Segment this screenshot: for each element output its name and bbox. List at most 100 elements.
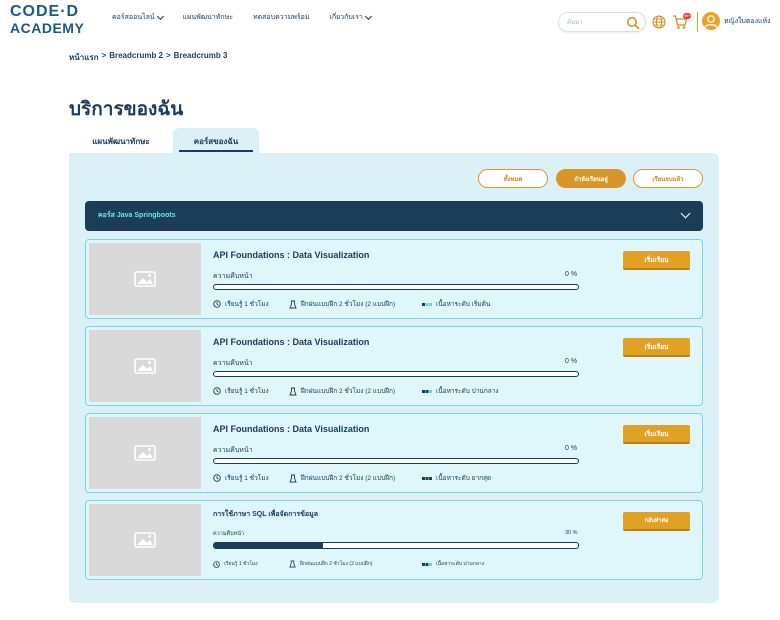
nav-item-courses[interactable]: คอร์สออนไลน์ <box>112 12 164 23</box>
course-level-text: เนื้อหาระดับ ยากสุด <box>436 475 492 482</box>
search-input[interactable] <box>567 17 627 29</box>
course-duration: เรียนรู้ 1 ชั่วโมง <box>213 299 269 309</box>
course-exercises: ฝึกฝนแบบฝึก 2 ชั่วโมง (2 แบบฝึก) <box>289 299 395 309</box>
course-duration-text: เรียนรู้ 1 ชั่วโมง <box>225 388 269 395</box>
course-level-text: เนื้อหาระดับ เริ่มต้น <box>436 301 491 308</box>
course-title: API Foundations : Data Visualization <box>213 337 370 347</box>
course-exercises-text: ฝึกฝนแบบฝึก 2 ชั่วโมง (2 แบบฝึก) <box>300 561 373 567</box>
course-thumbnail <box>89 330 201 402</box>
user-name: หญิงใบตองแห้ง <box>724 17 771 25</box>
course-duration-text: เรียนรู้ 1 ชั่วโมง <box>225 301 269 308</box>
nav-item-skill-plan[interactable]: แผนพัฒนาทักษะ <box>183 12 233 23</box>
course-card: API Foundations : Data Visualization ควา… <box>85 413 703 493</box>
progress-bar <box>213 371 579 377</box>
image-placeholder-icon <box>134 271 156 287</box>
course-exercises: ฝึกฝนแบบฝึก 2 ชั่วโมง (2 แบบฝึก) <box>289 473 395 483</box>
course-thumbnail <box>89 417 201 489</box>
progress-bar <box>213 284 579 290</box>
course-exercises-text: ฝึกฝนแบบฝึก 2 ชั่วโมง (2 แบบฝึก) <box>301 475 396 482</box>
tab-skill-plan[interactable]: แผนพัฒนาทักษะ <box>69 128 173 154</box>
progress-label: ความคืบหน้า <box>213 273 253 280</box>
cart-badge: 99+ <box>683 13 691 19</box>
search-icon[interactable] <box>626 16 640 30</box>
image-placeholder-icon <box>134 532 156 548</box>
course-exercises-text: ฝึกฝนแบบฝึก 2 ชั่วโมง (2 แบบฝึก) <box>301 388 396 395</box>
filter-all-button[interactable]: ทั้งหมด <box>478 169 548 188</box>
course-exercises-text: ฝึกฝนแบบฝึก 2 ชั่วโมง (2 แบบฝึก) <box>301 301 396 308</box>
course-level-text: เนื้อหาระดับ ปานกลาง <box>436 561 485 567</box>
level-icon <box>422 389 432 393</box>
course-exercises: ฝึกฝนแบบฝึก 2 ชั่วโมง (2 แบบฝึก) <box>289 386 395 396</box>
nav-item-label: ทดสอบความพร้อม <box>253 14 310 21</box>
progress-label: ความคืบหน้า <box>213 447 253 454</box>
level-icon <box>422 562 432 566</box>
level-icon <box>422 302 432 306</box>
course-group-label: คอร์ส Java Springboots <box>98 212 176 219</box>
tab-bar: แผนพัฒนาทักษะ คอร์สของฉัน <box>69 128 259 154</box>
logo[interactable]: CODE·D ACADEMY <box>10 3 92 36</box>
clock-icon <box>213 387 221 395</box>
exercise-icon <box>289 387 297 395</box>
search-box <box>558 12 646 32</box>
progress-label: ความคืบหน้า <box>213 531 245 537</box>
breadcrumb-separator: > <box>166 51 171 60</box>
course-duration-text: เรียนรู้ 1 ชั่วโมง <box>225 475 269 482</box>
course-thumbnail <box>89 504 201 576</box>
course-duration: เรียนรู้ 1 ชั่วโมง <box>213 386 269 396</box>
page-title: บริการของฉัน <box>69 99 184 120</box>
image-placeholder-icon <box>134 445 156 461</box>
user-menu[interactable]: หญิงใบตองแห้ง <box>702 12 771 30</box>
header-divider <box>697 12 698 32</box>
course-duration: เรียนรู้ 1 ชั่วโมง <box>213 473 269 483</box>
start-learning-button[interactable]: เริ่มเรียน <box>623 425 690 444</box>
course-level: เนื้อหาระดับ ปานกลาง <box>422 560 484 568</box>
course-card: API Foundations : Data Visualization ควา… <box>85 239 703 319</box>
chevron-down-icon <box>680 208 691 219</box>
course-level: เนื้อหาระดับ ยากสุด <box>422 473 491 483</box>
breadcrumb: หน้าแรก > Breadcrumb 2 > Breadcrumb 3 <box>69 51 227 64</box>
course-card: API Foundations : Data Visualization ควา… <box>85 326 703 406</box>
courses-panel: ทั้งหมด กำลังเรียนอยู่ เรียนจบแล้ว คอร์ส… <box>69 153 719 603</box>
site-header: CODE·D ACADEMY คอร์สออนไลน์ แผนพัฒนาทักษ… <box>0 0 780 44</box>
course-title: API Foundations : Data Visualization <box>213 424 370 434</box>
image-placeholder-icon <box>134 358 156 374</box>
logo-text-top: CODE·D <box>10 3 80 20</box>
tab-my-courses[interactable]: คอร์สของฉัน <box>173 128 259 154</box>
avatar-icon <box>702 12 720 30</box>
exercise-icon <box>289 560 296 568</box>
course-duration-text: เรียนรู้ 1 ชั่วโมง <box>224 561 258 567</box>
course-level-text: เนื้อหาระดับ ปานกลาง <box>436 388 499 395</box>
filter-completed-button[interactable]: เรียนจบแล้ว <box>633 169 703 188</box>
nav-item-readiness-test[interactable]: ทดสอบความพร้อม <box>253 12 309 23</box>
progress-value: 0 % <box>565 271 578 278</box>
start-learning-button[interactable]: เริ่มเรียน <box>623 251 690 270</box>
level-icon <box>422 476 432 480</box>
globe-icon[interactable] <box>652 15 666 29</box>
breadcrumb-separator: > <box>101 51 107 60</box>
course-group-header[interactable]: คอร์ส Java Springboots <box>85 201 703 231</box>
chevron-down-icon <box>156 12 164 20</box>
progress-value: 0 % <box>565 445 578 452</box>
course-thumbnail <box>89 243 201 315</box>
breadcrumb-item-3: Breadcrumb 3 <box>173 51 228 60</box>
course-level: เนื้อหาระดับ ปานกลาง <box>422 386 499 396</box>
progress-value: 0 % <box>565 358 578 365</box>
clock-icon <box>213 474 221 482</box>
main-nav: คอร์สออนไลน์ แผนพัฒนาทักษะ ทดสอบความพร้อ… <box>112 12 372 23</box>
progress-bar <box>213 458 579 464</box>
course-title: การใช้ภาษา SQL เพื่อจัดการข้อมูล <box>213 511 319 518</box>
start-learning-button[interactable]: เริ่มเรียน <box>623 338 690 357</box>
nav-item-about[interactable]: เกี่ยวกับเรา <box>329 12 372 23</box>
course-exercises: ฝึกฝนแบบฝึก 2 ชั่วโมง (2 แบบฝึก) <box>289 560 372 568</box>
clock-icon <box>213 300 221 308</box>
breadcrumb-item-home[interactable]: หน้าแรก <box>69 51 99 64</box>
progress-value: 30 % <box>565 530 578 536</box>
breadcrumb-item-2[interactable]: Breadcrumb 2 <box>109 51 163 64</box>
continue-learning-button[interactable]: กลับทำต่อ <box>623 512 690 531</box>
course-title: API Foundations : Data Visualization <box>213 250 370 260</box>
course-card: การใช้ภาษา SQL เพื่อจัดการข้อมูล ความคืบ… <box>85 500 703 580</box>
exercise-icon <box>289 474 297 482</box>
nav-item-label: แผนพัฒนาทักษะ <box>182 14 233 21</box>
nav-item-label: เกี่ยวกับเรา <box>329 14 363 21</box>
filter-in-progress-button[interactable]: กำลังเรียนอยู่ <box>556 169 626 188</box>
